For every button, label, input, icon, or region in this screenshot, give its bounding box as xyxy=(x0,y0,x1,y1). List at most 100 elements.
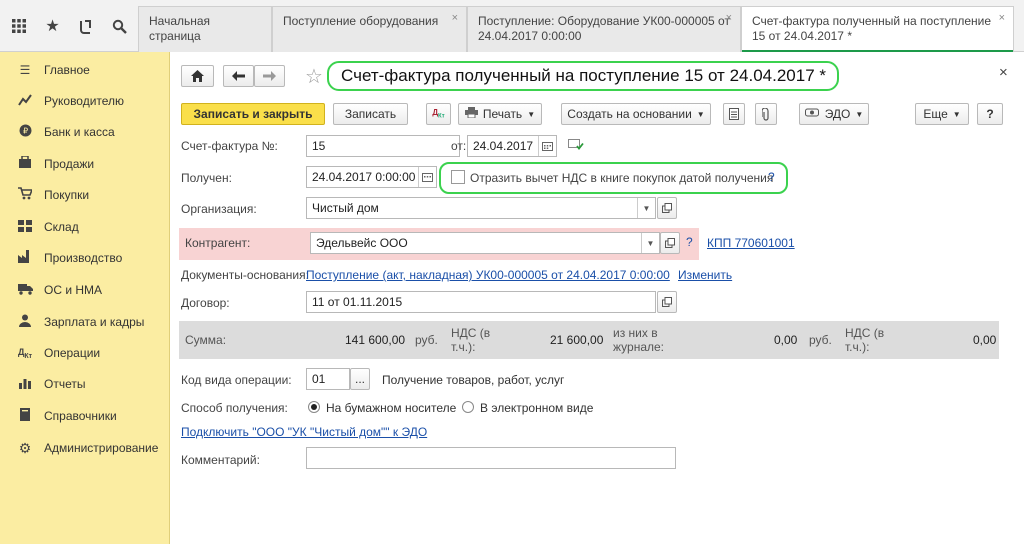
arrow-right-icon xyxy=(263,71,276,81)
sidebar-item-salary[interactable]: Зарплата и кадры xyxy=(0,310,170,334)
vat-help-link[interactable]: ? xyxy=(768,170,775,184)
close-icon[interactable]: × xyxy=(452,11,458,26)
open-counterparty-button[interactable] xyxy=(660,232,680,254)
attach-button[interactable] xyxy=(755,103,777,125)
change-base-docs-link[interactable]: Изменить xyxy=(678,268,732,282)
dropdown-arrow-icon[interactable]: ▼ xyxy=(641,233,659,253)
vat-deduction-checkbox[interactable] xyxy=(451,170,465,184)
dt-kt-icon: ДКт xyxy=(17,346,33,360)
method-paper-label: На бумажном носителе xyxy=(326,401,457,415)
sidebar-item-label: Операции xyxy=(44,346,101,360)
sidebar-item-admin[interactable]: ⚙ Администрирование xyxy=(0,436,170,460)
edo-status-icon[interactable] xyxy=(568,139,584,154)
top-bar: ★ Начальная страница Поступление оборудо… xyxy=(0,0,1024,53)
create-based-on-button[interactable]: Создать на основании ▼ xyxy=(561,103,711,125)
sidebar-item-label: Главное xyxy=(44,63,90,77)
tab-label: Счет-фактура полученный на поступление 1… xyxy=(752,14,992,43)
dropdown-arrow-icon: ▼ xyxy=(952,109,961,119)
help-button[interactable]: ? xyxy=(977,103,1003,125)
search-icon[interactable] xyxy=(103,0,136,52)
connect-edo-link[interactable]: Подключить "ООО "УК "Чистый дом"" к ЭДО xyxy=(181,425,427,439)
tab-invoice[interactable]: Счет-фактура полученный на поступление 1… xyxy=(741,6,1014,53)
sidebar-item-operations[interactable]: ДКт Операции xyxy=(0,341,170,365)
sidebar-item-manager[interactable]: Руководителю xyxy=(0,89,170,113)
more-button[interactable]: Еще ▼ xyxy=(915,103,969,125)
vat2-label-line1: НДС (в xyxy=(845,326,885,340)
sidebar-item-label: Зарплата и кадры xyxy=(44,315,145,329)
invoice-number-input[interactable]: 15 xyxy=(306,135,460,157)
close-icon[interactable]: × xyxy=(999,64,1008,81)
sidebar-item-label: Руководителю xyxy=(44,94,125,108)
document-button[interactable] xyxy=(723,103,745,125)
sidebar-item-fixed-assets[interactable]: ОС и НМА xyxy=(0,278,170,302)
date-input[interactable]: 24.04.2017 xyxy=(467,135,557,157)
tab-equipment-receipts[interactable]: Поступление оборудования × xyxy=(272,6,467,52)
open-form-icon xyxy=(662,297,672,307)
tab-label: Поступление оборудования xyxy=(283,14,439,28)
print-button[interactable]: Печать ▼ xyxy=(458,103,542,125)
counterparty-input[interactable]: Эдельвейс ООО ▼ xyxy=(310,232,660,254)
op-code-label: Код вида операции: xyxy=(181,373,292,387)
favorite-star-icon[interactable]: ☆ xyxy=(305,64,323,89)
save-and-close-button[interactable]: Записать и закрыть xyxy=(181,103,325,125)
op-code-input[interactable]: 01 xyxy=(306,368,350,390)
currency-label-2: руб. xyxy=(809,333,832,347)
close-icon[interactable]: × xyxy=(726,11,732,26)
sidebar-item-warehouse[interactable]: Склад xyxy=(0,215,170,239)
method-electronic-label: В электронном виде xyxy=(480,401,594,415)
organization-value: Чистый дом xyxy=(312,201,379,215)
sidebar-item-main[interactable]: ☰ Главное xyxy=(0,58,170,82)
base-docs-link[interactable]: Поступление (акт, накладная) УК00-000005… xyxy=(306,268,670,282)
home-icon xyxy=(191,70,204,82)
organization-label: Организация: xyxy=(181,202,257,216)
open-form-icon xyxy=(662,203,672,213)
vat-label-line1: НДС (в xyxy=(451,326,491,340)
received-input[interactable]: 24.04.2017 0:00:00 xyxy=(306,166,437,188)
base-docs-label: Документы-основания: xyxy=(181,268,309,282)
dropdown-arrow-icon[interactable]: ▼ xyxy=(637,198,655,218)
edo-button[interactable]: ЭДО ▼ xyxy=(799,103,869,125)
sidebar-item-bank[interactable]: ₽ Банк и касса xyxy=(0,120,170,144)
open-form-icon xyxy=(665,238,675,248)
op-code-select-button[interactable]: ... xyxy=(350,368,370,390)
document-icon xyxy=(729,108,739,120)
sidebar-item-purchases[interactable]: Покупки xyxy=(0,183,170,207)
invoice-form: ☆ Счет-фактура полученный на поступление… xyxy=(171,52,1024,544)
contract-label: Договор: xyxy=(181,296,230,310)
currency-label: руб. xyxy=(415,333,438,347)
date-value: 24.04.2017 xyxy=(473,139,534,153)
sidebar-item-reports[interactable]: Отчеты xyxy=(0,372,170,396)
method-electronic-radio[interactable] xyxy=(462,401,474,413)
bar-chart-icon xyxy=(16,377,34,392)
kpp-link[interactable]: КПП 770601001 xyxy=(707,236,795,250)
home-button[interactable] xyxy=(181,65,214,87)
close-icon[interactable]: × xyxy=(999,11,1005,26)
comment-input[interactable] xyxy=(306,447,676,469)
contract-input[interactable]: 11 от 01.11.2015 xyxy=(306,291,656,313)
counterparty-help-link[interactable]: ? xyxy=(686,235,693,249)
sidebar-item-production[interactable]: Производство xyxy=(0,246,170,270)
sidebar-item-sales[interactable]: Продажи xyxy=(0,152,170,176)
organization-input[interactable]: Чистый дом ▼ xyxy=(306,197,656,219)
date-label: от: xyxy=(451,139,467,153)
dropdown-arrow-icon: ▼ xyxy=(696,109,705,119)
save-button[interactable]: Записать xyxy=(333,103,408,125)
favorites-star-icon[interactable]: ★ xyxy=(36,0,69,52)
apps-grid-icon[interactable] xyxy=(2,0,35,52)
open-contract-button[interactable] xyxy=(657,291,677,313)
method-paper-radio[interactable] xyxy=(308,401,320,413)
tab-label: Начальная страница xyxy=(149,14,211,43)
journal-label-line1: из них в xyxy=(613,326,658,340)
history-icon[interactable] xyxy=(69,0,102,52)
back-button[interactable] xyxy=(223,65,254,87)
calendar-icon[interactable] xyxy=(418,167,436,187)
open-organization-button[interactable] xyxy=(657,197,677,219)
forward-button[interactable] xyxy=(254,65,285,87)
dt-kt-icon: ДКт xyxy=(432,108,445,120)
tab-home[interactable]: Начальная страница xyxy=(138,6,272,52)
tab-receipt-document[interactable]: Поступление: Оборудование УК00-000005 от… xyxy=(467,6,741,52)
edo-icon xyxy=(804,107,819,121)
calendar-icon[interactable] xyxy=(538,136,556,156)
sidebar-item-directories[interactable]: Справочники xyxy=(0,404,170,428)
dt-kt-button[interactable]: ДКт xyxy=(426,103,451,125)
